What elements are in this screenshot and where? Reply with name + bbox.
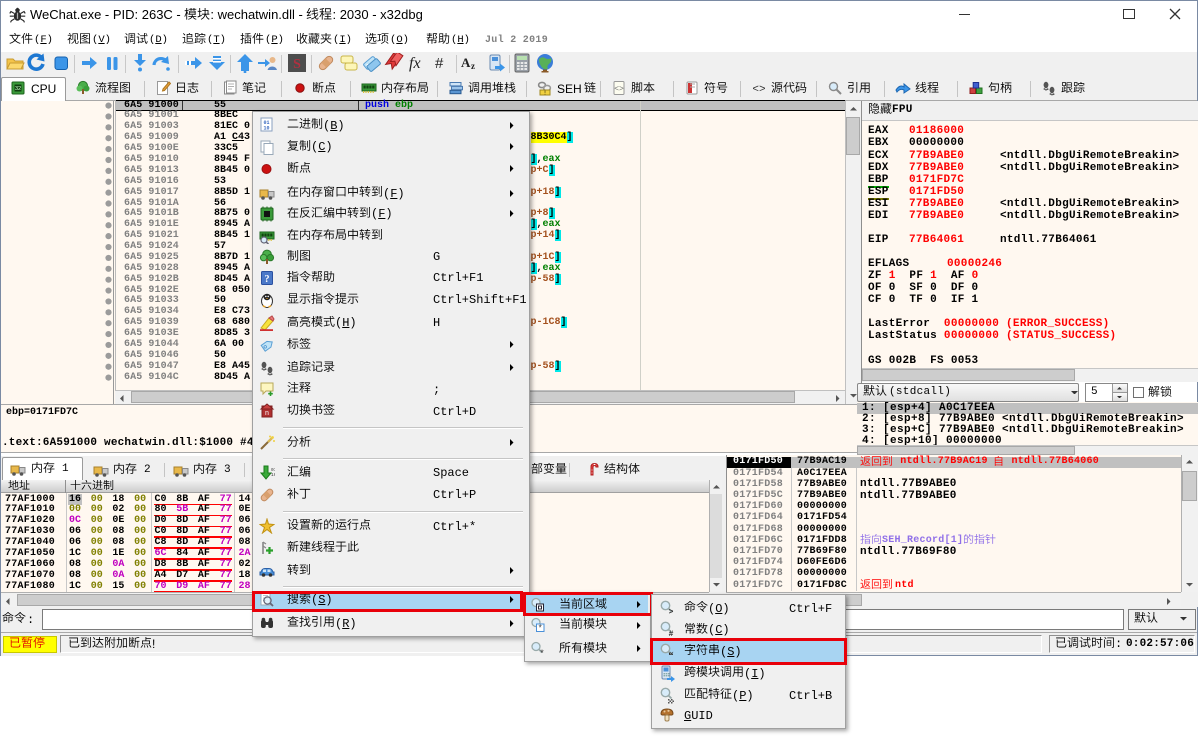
svg-text:A: A [461,55,471,70]
svg-text:>: > [669,608,674,617]
svg-text:10: 10 [263,126,269,132]
svg-text:<>: <> [752,84,765,96]
svg-text:<>: <> [614,85,624,94]
svg-text:*: * [539,624,542,633]
svg-text:z: z [471,61,475,71]
svg-text:?: ? [265,274,270,285]
svg-text:#: # [435,55,444,72]
svg-text:S: S [293,57,301,72]
svg-text:n: n [265,410,269,418]
svg-text:*: * [540,648,544,657]
svg-text:10: 10 [271,472,275,478]
svg-text:fx: fx [409,55,421,72]
